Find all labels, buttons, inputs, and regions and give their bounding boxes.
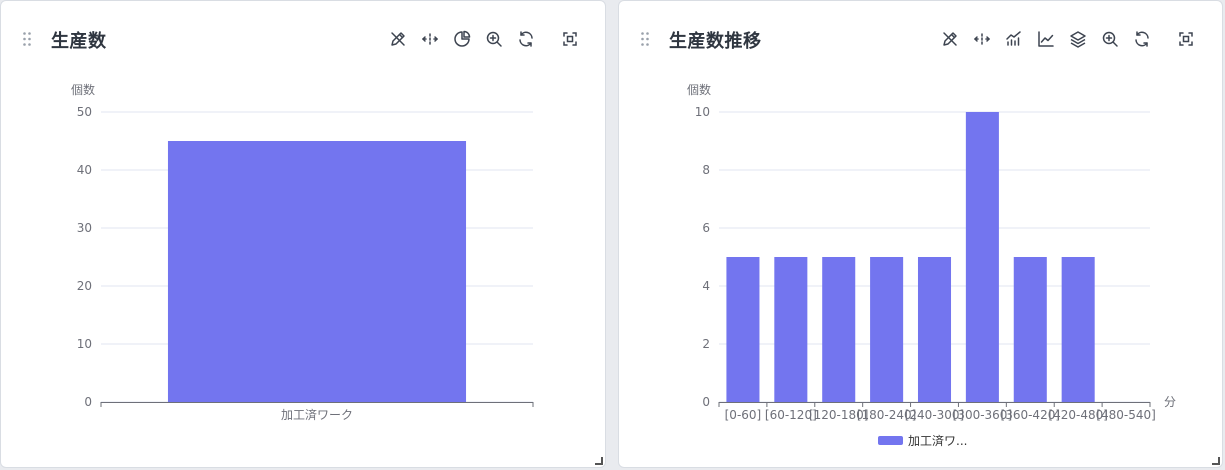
legend-swatch <box>878 436 903 445</box>
resize-handle[interactable] <box>1212 457 1220 465</box>
bar-chart-production-count: 0 10 20 30 40 50 個数加工済ワーク <box>71 82 534 422</box>
y-tick-label: 20 <box>77 279 92 293</box>
panel-production-trend: 生産数推移 0 2 4 6 8 10 個数 [0-60] [60-120] [120-180] [1… <box>618 0 1223 468</box>
y-axis-title: 個数 <box>687 82 711 97</box>
y-tick-label: 10 <box>695 105 710 119</box>
legend-label: 加工済ワ... <box>908 433 967 448</box>
bar <box>965 112 999 402</box>
bar <box>1061 257 1095 402</box>
bar <box>917 257 952 402</box>
x-tick-label: 加工済ワーク <box>281 407 353 422</box>
bar <box>726 257 760 402</box>
x-tick-label: [480-540] <box>1096 408 1156 422</box>
y-tick-label: 0 <box>84 395 92 409</box>
y-axis-title: 個数 <box>71 82 95 97</box>
y-tick-label: 0 <box>702 395 710 409</box>
y-tick-label: 50 <box>77 105 92 119</box>
y-tick-label: 8 <box>702 163 710 177</box>
x-tick-label: [0-60] <box>725 408 762 422</box>
y-tick-label: 30 <box>77 221 92 235</box>
bar <box>1013 257 1047 402</box>
bar <box>870 257 904 402</box>
bar-chart-production-trend: 0246810個数[0-60] [60-120][120-180][180-240… <box>687 82 1176 448</box>
y-tick-label: 2 <box>702 337 710 351</box>
y-tick-label: 10 <box>77 337 92 351</box>
panel-production-count: 生産数 0 10 20 30 40 50 個数 加工済ワーク <box>0 0 606 468</box>
bar <box>822 257 856 402</box>
y-tick-label: 6 <box>702 221 710 235</box>
y-tick-label: 4 <box>702 279 710 293</box>
resize-handle[interactable] <box>595 457 603 465</box>
bar <box>167 141 467 402</box>
y-tick-label: 40 <box>77 163 92 177</box>
x-axis-title: 分 <box>1164 395 1176 409</box>
bar <box>774 257 808 402</box>
